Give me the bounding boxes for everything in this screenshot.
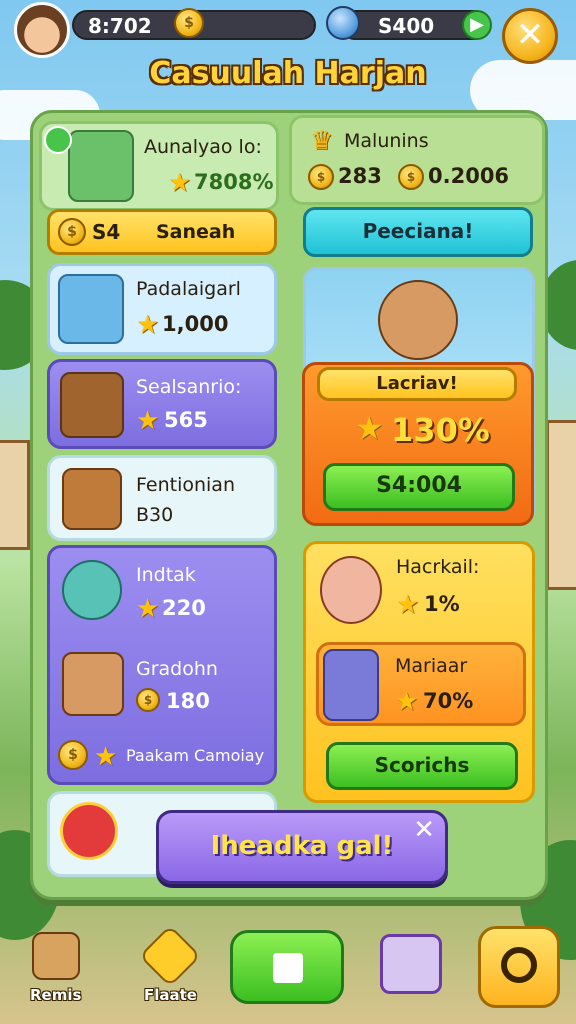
list-footer-label: Paakam Camoiay [126, 746, 265, 765]
item-card-2[interactable]: Sealsanrio: ★ 565 [47, 359, 277, 449]
profile-portrait-icon [68, 130, 134, 202]
item-1-name: Padalaigarl [136, 278, 241, 300]
star-icon: ★ [94, 742, 118, 772]
coin-icon: $ [136, 688, 160, 712]
star-icon: ★ [136, 594, 160, 624]
treasure-chest-icon [60, 372, 124, 438]
star-icon: ★ [168, 168, 192, 198]
item-3-value: B30 [136, 504, 174, 526]
reward-2-percent: 70% [423, 689, 474, 713]
player-avatar[interactable] [14, 2, 70, 58]
reward-2-row[interactable]: Mariaar ★ 70% [316, 642, 526, 726]
stats-title: Malunins [344, 130, 429, 152]
box-icon [62, 468, 122, 530]
stats-value-b: 0.2006 [428, 164, 510, 188]
nav-label: Remis [30, 986, 82, 1004]
item-2-value: 565 [164, 408, 208, 432]
bottom-nav: Remis Flaate [0, 920, 576, 1024]
nav-item-screen[interactable] [376, 928, 446, 1008]
gem-icon [326, 6, 360, 40]
item-4-value: 220 [162, 596, 206, 620]
offer-banner: Lacriav! ★ 130% S4:004 [302, 362, 534, 526]
nav-label: Flaate [144, 986, 197, 1004]
main-board: Aunalyao lo: ★ 7808% $ S4 Saneah Padalai… [30, 110, 548, 900]
star-icon: ★ [136, 406, 160, 436]
item-3-name: Fentionian [136, 474, 235, 496]
profile-score: 7808% [194, 170, 274, 194]
page-title: Casuulah Harjan [149, 56, 427, 91]
elf-avatar-icon [320, 556, 382, 624]
search-button-label: Saneah [156, 221, 236, 243]
top-bar: 8:702 $ S400 ▶ ✕ [0, 0, 576, 64]
search-nav-button[interactable] [478, 926, 560, 1008]
offer-card[interactable]: Lacriav! ★ 130% S4:004 [302, 267, 535, 526]
offer-ribbon: Lacriav! [317, 367, 517, 401]
search-button-value: S4 [92, 220, 121, 244]
character-portrait-icon [378, 280, 458, 360]
search-icon [501, 947, 537, 983]
item-4-name: Indtak [136, 564, 196, 586]
play-icon [273, 953, 303, 983]
item-1-value: 1,000 [162, 312, 229, 336]
alert-badge-icon [60, 802, 118, 860]
star-icon: ★ [395, 687, 419, 717]
offer-percent: 130% [391, 411, 490, 449]
character-portrait-icon [58, 274, 124, 344]
house [0, 440, 30, 550]
star-icon: ★ [136, 310, 160, 340]
search-button[interactable]: $ S4 Saneah [47, 209, 277, 255]
diamond-icon [138, 924, 202, 988]
coin-icon: $ [174, 8, 204, 38]
item-card-1[interactable]: Padalaigarl ★ 1,000 [47, 263, 277, 355]
item-5-name: Gradohn [136, 658, 218, 680]
check-icon [44, 126, 72, 154]
coin-icon: $ [308, 164, 334, 190]
special-button[interactable]: Peeciana! [303, 207, 533, 257]
toast-close-icon[interactable]: ✕ [413, 815, 435, 845]
nav-item-remis[interactable]: Remis [20, 932, 94, 1012]
stats-card: ♛ Malunins $ 283 $ 0.2006 [289, 115, 545, 205]
coin-icon: $ [58, 740, 88, 770]
star-icon: ★ [396, 590, 420, 620]
item-card-3[interactable]: Fentionian B30 [47, 455, 277, 541]
item-list-card: Indtak ★ 220 Gradohn $ 180 $ ★ Paakam Ca… [47, 545, 277, 785]
offer-price-button[interactable]: S4:004 [323, 463, 515, 511]
creature-icon [62, 560, 122, 620]
coin-icon: $ [398, 164, 424, 190]
reward-1-percent: 1% [424, 592, 460, 616]
character-head-icon [62, 652, 124, 716]
house-icon [32, 932, 80, 980]
toast-text: Iheadka gal! [210, 831, 394, 861]
notification-toast[interactable]: Iheadka gal! ✕ [156, 810, 448, 884]
wizard-avatar-icon [323, 649, 379, 721]
house [546, 420, 576, 590]
nav-item-flaate[interactable]: Flaate [134, 924, 208, 1012]
rewards-card: Hacrkail: ★ 1% Mariaar ★ 70% Scorichs [303, 541, 535, 803]
coins-value: 8:702 [88, 14, 152, 38]
star-icon: ★ [355, 409, 384, 447]
reward-1-name: Hacrkail: [396, 556, 480, 578]
item-5-value: 180 [166, 689, 210, 713]
profile-card[interactable]: Aunalyao lo: ★ 7808% [39, 121, 279, 211]
item-2-name: Sealsanrio: [136, 376, 242, 398]
screen-icon [380, 934, 442, 994]
profile-name: Aunalyao lo: [144, 136, 262, 158]
coin-icon: $ [58, 218, 86, 246]
play-button[interactable] [230, 930, 344, 1004]
stats-value-a: 283 [338, 164, 382, 188]
gems-value: S400 [378, 14, 435, 38]
reward-2-name: Mariaar [395, 655, 468, 677]
add-gems-button[interactable]: ▶ [462, 10, 492, 40]
rewards-action-button[interactable]: Scorichs [326, 742, 518, 790]
trophy-icon: ♛ [310, 126, 334, 156]
